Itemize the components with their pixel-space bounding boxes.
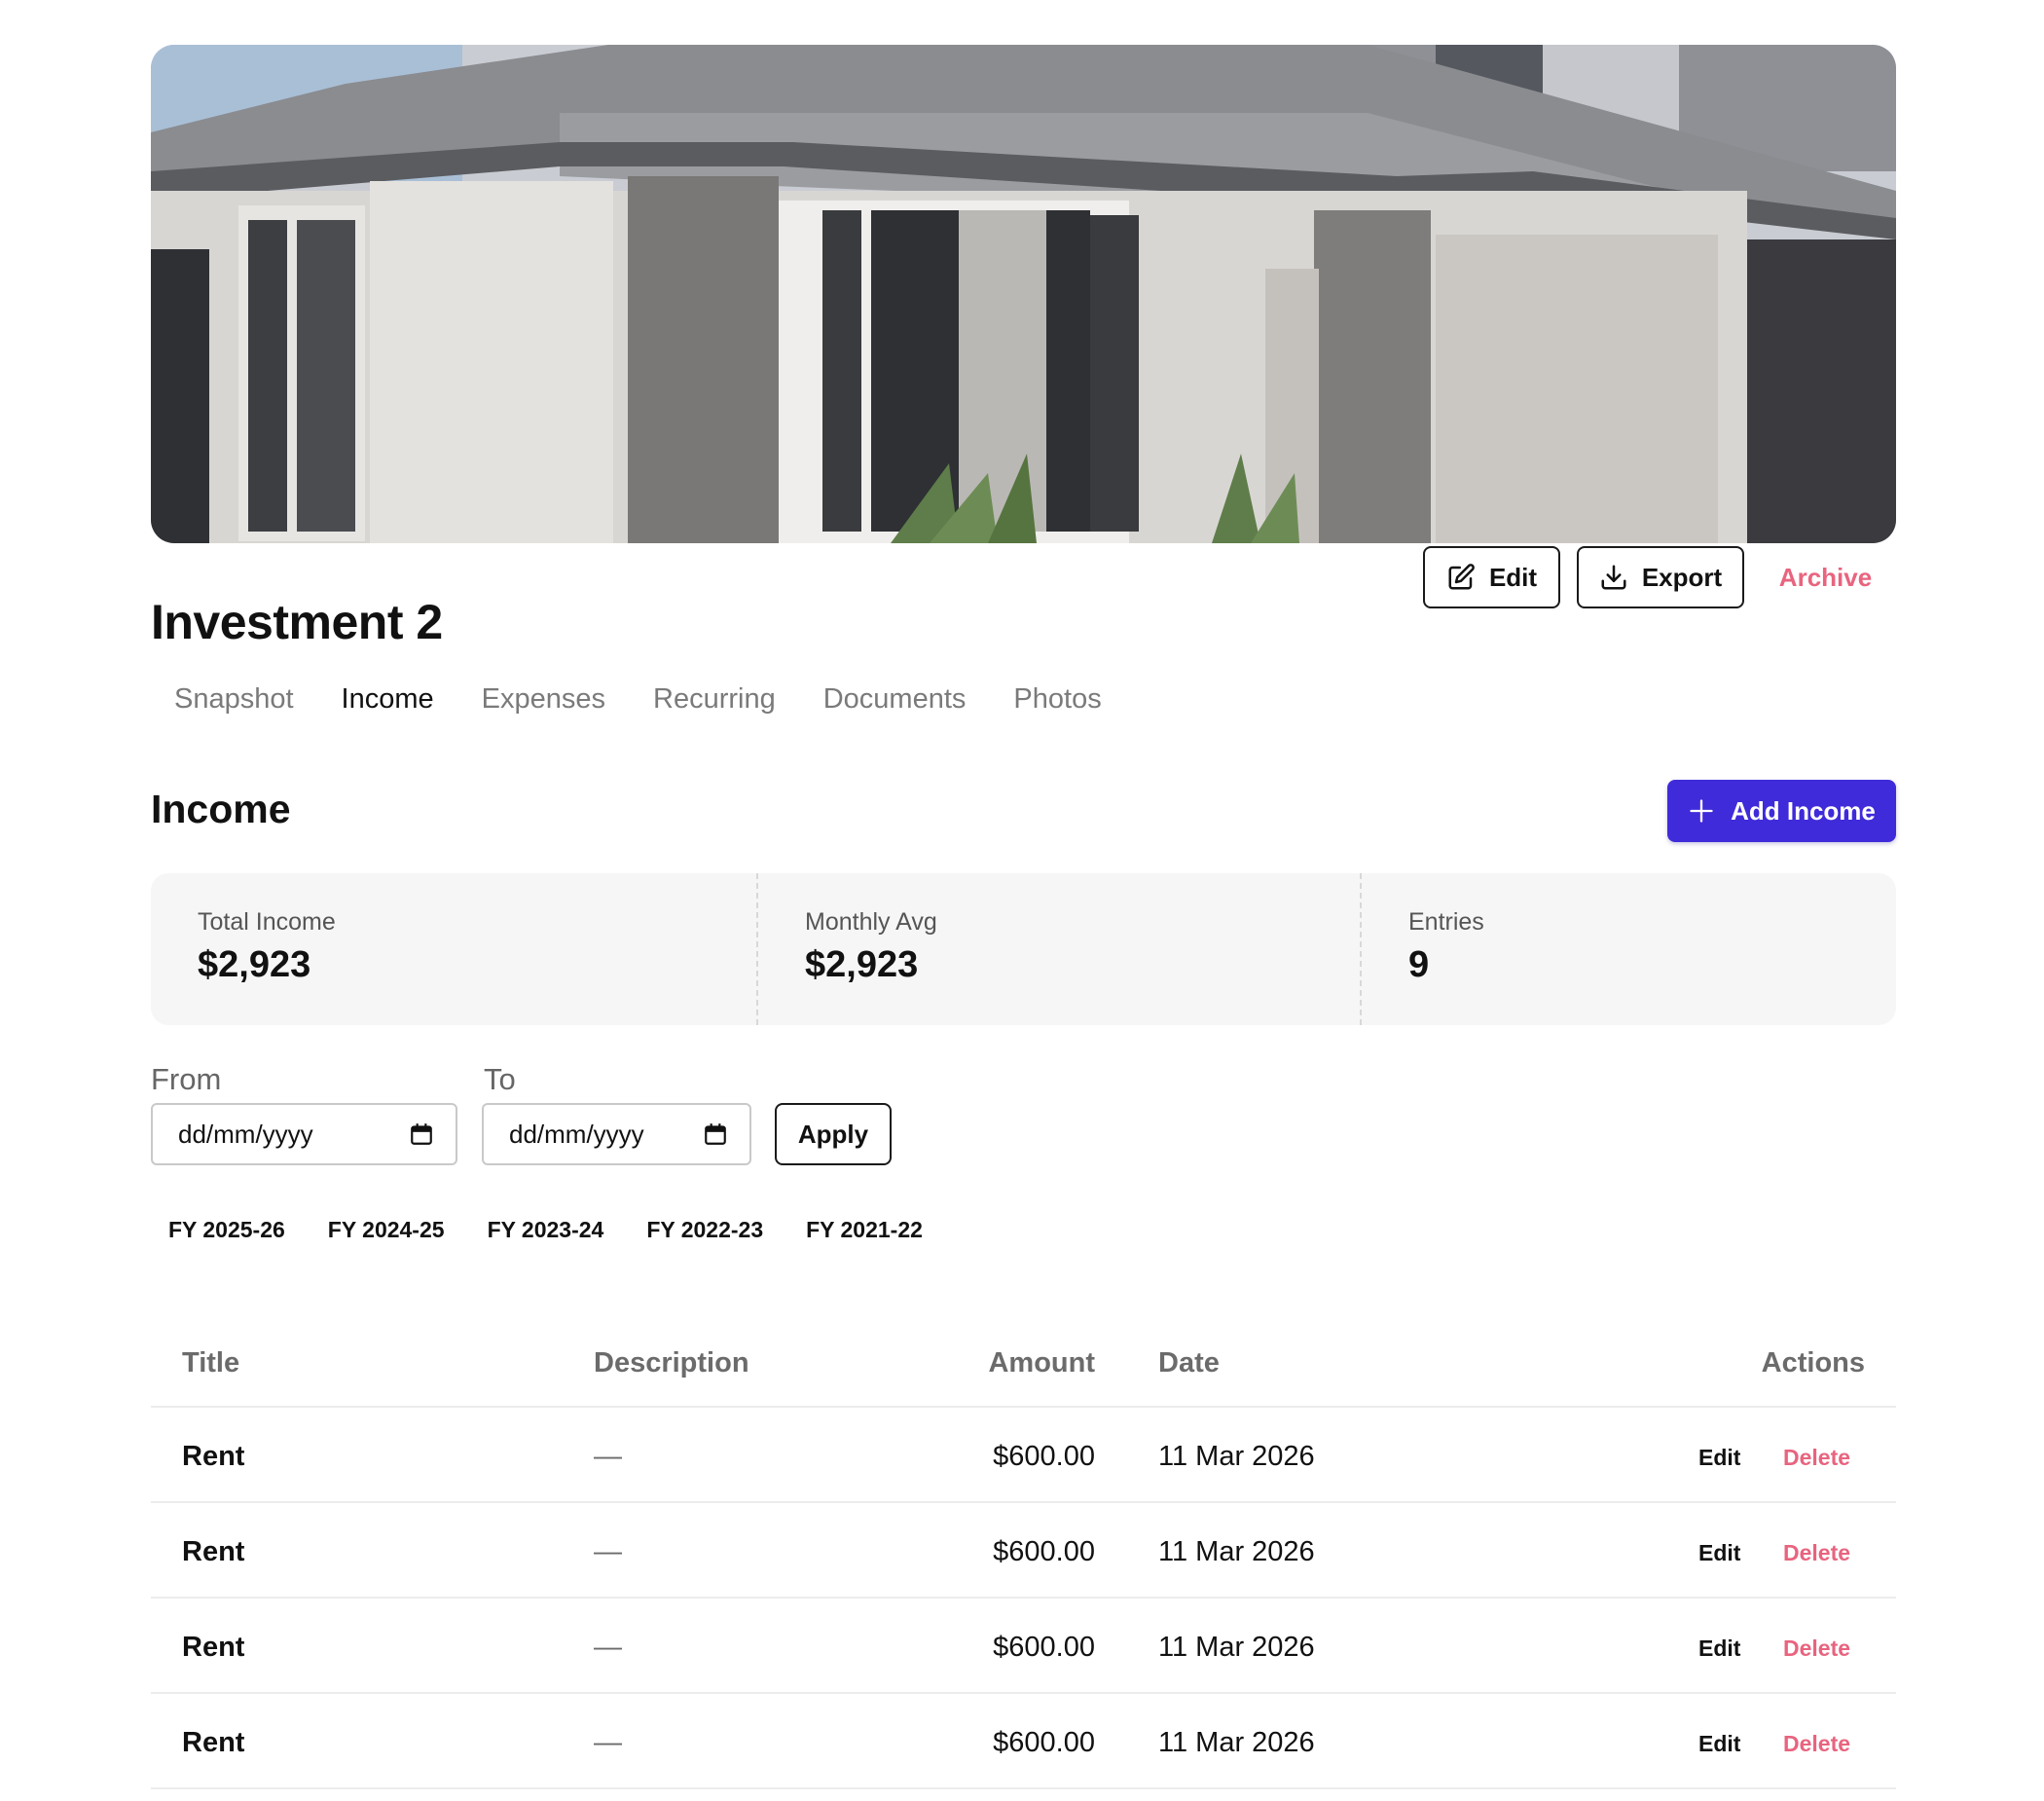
stat-label: Total Income xyxy=(198,908,336,936)
row-description: — xyxy=(594,1727,622,1758)
row-amount: $600.00 xyxy=(993,1536,1095,1567)
stat-value: 9 xyxy=(1408,944,1430,985)
row-description: — xyxy=(594,1632,622,1663)
row-edit-button[interactable]: Edit xyxy=(1698,1445,1740,1471)
fiscal-year-shortcuts: FY 2025-26 FY 2024-25 FY 2023-24 FY 2022… xyxy=(151,1207,948,1253)
tab-snapshot[interactable]: Snapshot xyxy=(174,678,294,721)
to-date-input[interactable]: dd/mm/yyyy xyxy=(482,1103,751,1165)
stat-total-income: Total Income $2,923 xyxy=(151,873,756,1025)
main-area: Investment 2 Edit Export Archive Snapsho… xyxy=(151,0,1896,1801)
fy-button[interactable]: FY 2021-22 xyxy=(788,1207,940,1253)
income-stats: Total Income $2,923 Monthly Avg $2,923 E… xyxy=(151,873,1896,1025)
table-row: Rent — $600.00 11 Mar 2026 Edit Delete xyxy=(151,1599,1896,1694)
export-button[interactable]: Export xyxy=(1577,546,1744,608)
export-label: Export xyxy=(1641,562,1723,592)
row-description: — xyxy=(594,1536,622,1567)
page-title: Investment 2 xyxy=(151,595,443,649)
archive-button[interactable]: Archive xyxy=(1765,546,1886,608)
row-description: — xyxy=(594,1441,622,1472)
table-row: Rent — $600.00 11 Mar 2026 Edit Delete xyxy=(151,1503,1896,1599)
row-date: 11 Mar 2026 xyxy=(1158,1727,1315,1758)
table-row: Rent — $600.00 11 Mar 2026 Edit Delete xyxy=(151,1408,1896,1503)
stat-value: $2,923 xyxy=(805,944,919,985)
from-date-input[interactable]: dd/mm/yyyy xyxy=(151,1103,457,1165)
calendar-icon[interactable] xyxy=(409,1121,434,1147)
tab-photos[interactable]: Photos xyxy=(1013,678,1101,721)
to-label: To xyxy=(484,1062,516,1096)
row-edit-button[interactable]: Edit xyxy=(1698,1540,1740,1566)
fy-button[interactable]: FY 2022-23 xyxy=(629,1207,781,1253)
row-date: 11 Mar 2026 xyxy=(1158,1536,1315,1567)
table-row: Rent — $600.00 11 Mar 2026 Edit Delete xyxy=(151,1694,1896,1789)
row-amount: $600.00 xyxy=(993,1632,1095,1663)
column-header-date: Date xyxy=(1158,1347,1220,1378)
table-header: Title Description Amount Date Actions xyxy=(151,1320,1896,1408)
row-amount: $600.00 xyxy=(993,1727,1095,1758)
pencil-square-icon xyxy=(1448,564,1475,590)
row-date: 11 Mar 2026 xyxy=(1158,1441,1315,1472)
row-amount: $600.00 xyxy=(993,1441,1095,1472)
stat-monthly-avg: Monthly Avg $2,923 xyxy=(756,873,1360,1025)
plus-icon xyxy=(1690,799,1713,823)
edit-property-label: Edit xyxy=(1488,562,1538,592)
row-delete-button[interactable]: Delete xyxy=(1783,1636,1850,1662)
stat-entries: Entries 9 xyxy=(1360,873,1896,1025)
column-header-description: Description xyxy=(594,1347,749,1378)
row-edit-button[interactable]: Edit xyxy=(1698,1636,1740,1662)
row-delete-button[interactable]: Delete xyxy=(1783,1445,1850,1471)
stat-value: $2,923 xyxy=(198,944,311,985)
row-title: Rent xyxy=(182,1441,245,1472)
tab-income[interactable]: Income xyxy=(342,678,434,721)
row-title: Rent xyxy=(182,1632,245,1663)
column-header-actions: Actions xyxy=(1761,1347,1865,1378)
tab-documents[interactable]: Documents xyxy=(823,678,967,721)
tab-recurring[interactable]: Recurring xyxy=(653,678,776,721)
section-title: Income xyxy=(151,787,291,831)
stat-label: Entries xyxy=(1408,908,1484,936)
tab-expenses[interactable]: Expenses xyxy=(482,678,605,721)
download-icon xyxy=(1601,565,1626,590)
from-date-placeholder: dd/mm/yyyy xyxy=(178,1119,313,1149)
to-date-placeholder: dd/mm/yyyy xyxy=(509,1119,644,1149)
row-delete-button[interactable]: Delete xyxy=(1783,1540,1850,1566)
income-table: Title Description Amount Date Actions Re… xyxy=(151,1320,1896,1789)
column-header-amount: Amount xyxy=(988,1347,1095,1378)
fy-button[interactable]: FY 2025-26 xyxy=(151,1207,303,1253)
row-date: 11 Mar 2026 xyxy=(1158,1632,1315,1663)
column-header-title: Title xyxy=(182,1347,240,1378)
row-edit-button[interactable]: Edit xyxy=(1698,1731,1740,1757)
add-income-label: Add Income xyxy=(1731,795,1876,826)
add-income-button[interactable]: Add Income xyxy=(1667,780,1896,842)
stat-label: Monthly Avg xyxy=(805,908,937,936)
row-title: Rent xyxy=(182,1727,245,1758)
from-label: From xyxy=(151,1062,222,1096)
fy-button[interactable]: FY 2024-25 xyxy=(310,1207,462,1253)
property-tabs: Snapshot Income Expenses Recurring Docum… xyxy=(151,678,1150,721)
apply-filter-button[interactable]: Apply xyxy=(775,1103,892,1165)
calendar-icon[interactable] xyxy=(703,1121,728,1147)
fy-button[interactable]: FY 2023-24 xyxy=(470,1207,622,1253)
edit-property-button[interactable]: Edit xyxy=(1423,546,1560,608)
row-delete-button[interactable]: Delete xyxy=(1783,1731,1850,1757)
row-title: Rent xyxy=(182,1536,245,1567)
